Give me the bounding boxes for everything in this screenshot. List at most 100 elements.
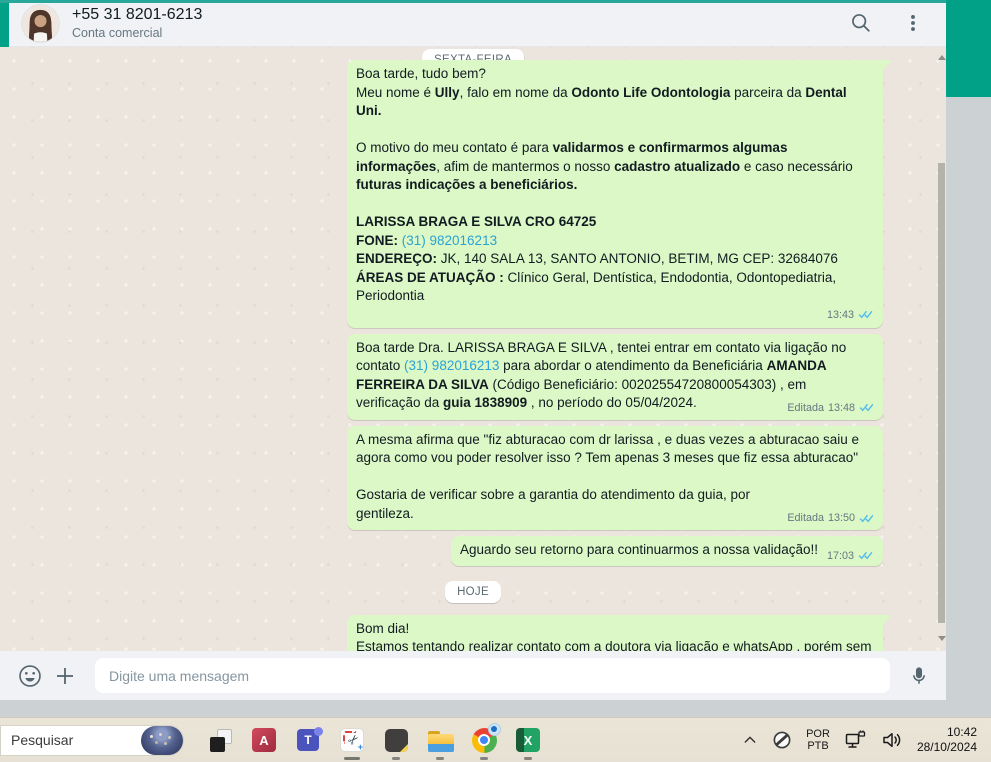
message-line: O motivo do meu contato é para validarmo… [356,139,874,195]
emoji-button[interactable] [17,663,43,689]
taskbar-snipping-tool-button[interactable]: ✂ + [330,721,374,760]
voice-message-button[interactable] [908,664,930,688]
message-bubble[interactable]: Boa tarde, tudo bem? Meu nome é Ully, fa… [347,60,892,328]
menu-button[interactable] [902,12,924,34]
message-text-bold: ÁREAS DE ATUAÇÃO : [356,269,508,285]
taskbar-excel-button[interactable]: X [506,721,550,760]
chat-scrollbar[interactable] [937,47,946,651]
whatsapp-window: +55 31 8201-6213 Conta comercial SEXTA-F… [0,0,946,700]
message-bubble[interactable]: Boa tarde Dra. LARISSA BRAGA E SILVA , t… [347,333,883,420]
message-text: para abordar o atendimento da Beneficiár… [499,358,767,373]
message-text-bold: Odonto Life Odontologia [571,84,731,100]
message-text: Bom dia! [356,620,410,636]
contact-avatar[interactable] [22,4,59,42]
tray-network-button[interactable] [843,728,867,752]
message-text-bold: futuras indicações a beneficiários. [356,177,578,192]
message-time: 13:48 [827,401,855,414]
contact-info[interactable]: +55 31 8201-6213 Conta comercial [72,5,202,41]
header-actions [850,12,946,34]
tray-status-button[interactable] [771,729,793,751]
taskbar-file-explorer-button[interactable] [418,721,462,760]
double-check-read-icon [859,403,874,412]
message-text: A mesma afirma que "fiz abturacao com dr… [356,431,860,466]
tray-clock[interactable]: 10:42 28/10/2024 [917,725,977,755]
taskbar-search-box[interactable]: Pesquisar [0,724,184,756]
window-top-accent [0,0,946,3]
tray-show-hidden-icons-button[interactable] [742,732,758,748]
message-text-bold: guia 1838909 [443,395,528,410]
snipping-tool-icon: ✂ + [340,728,365,753]
language-code: POR [806,727,830,740]
message-time: 17:03 [826,549,854,562]
plus-attach-icon [57,667,73,684]
message-meta: Editada 13:50 [787,511,875,525]
message-line: ÁREAS DE ATUAÇÃO : Clínico Geral, Dentís… [356,269,874,306]
message-text-bold: Ully [434,84,460,100]
double-check-read-icon [858,310,873,319]
chevron-up-icon [744,736,756,743]
message-text-bold: cadastro atualizado [614,158,741,174]
dentist-name-text: LARISSA BRAGA E SILVA CRO 64725 [356,214,597,229]
crossed-circle-icon [773,731,791,749]
taskbar-apps: A T ✂ + X [198,721,550,760]
edited-label: Editada [787,512,824,524]
edited-label: Editada [787,401,824,414]
scrollbar-thumb[interactable] [938,163,945,623]
taskbar-task-view-button[interactable] [198,721,242,760]
message-time: 13:50 [827,512,855,524]
message-text: , afim de mantermos o nosso [436,158,615,174]
message-meta: 13:43 [356,308,874,322]
avatar-image [22,4,59,42]
system-tray: POR PTB 10:42 28/10/2024 [742,725,985,755]
tray-language-indicator[interactable]: POR PTB [806,728,830,753]
taskbar-sticky-notes-button[interactable] [374,721,418,760]
message-meta: Editada 13:48 [787,401,875,415]
clock-date: 28/10/2024 [916,740,977,754]
taskbar-teams-button[interactable]: T [286,721,330,760]
microphone-icon [913,666,925,684]
taskbar-chrome-button[interactable] [462,721,506,760]
double-check-read-icon [858,551,873,560]
ms-access-icon: A [252,728,277,753]
running-indicator [436,756,444,760]
phone-link[interactable]: (31) 982016213 [402,233,497,248]
chat-message-area: SEXTA-FEIRA Boa tarde, tudo bem? Meu nom… [0,47,946,651]
ms-excel-icon: X [516,728,541,753]
message-bubble[interactable]: A mesma afirma que "fiz abturacao com dr… [347,425,883,530]
contact-phone-number: +55 31 8201-6213 [72,6,203,23]
message-bubble[interactable]: Aguardo seu retorno para continuarmos a … [451,536,883,566]
phone-link[interactable]: (31) 982016213 [404,358,499,373]
search-label: Pesquisar [11,732,74,748]
chat-header: +55 31 8201-6213 Conta comercial [0,0,946,47]
scrollbar-down-arrow-icon[interactable] [938,636,946,641]
message-text-bold: FONE: [356,232,402,248]
message-bubble[interactable]: Bom dia! Estamos tentando realizar conta… [347,614,892,651]
message-line: ENDEREÇO: JK, 140 SALA 13, SANTO ANTONIO… [356,250,874,269]
search-button[interactable] [850,12,872,34]
scrollbar-up-arrow-icon[interactable] [938,55,946,60]
attach-button[interactable] [53,664,77,688]
message-line: Estamos tentando realizar contato com a … [356,638,874,651]
running-indicator [524,756,532,760]
keyboard-layout-code: PTB [807,740,829,752]
ms-teams-icon: T [296,727,323,753]
message-text: Aguardo seu retorno para continuarmos a … [460,542,818,557]
clock-time: 10:42 [946,725,977,739]
message-input[interactable] [95,658,890,693]
search-highlight-image[interactable] [141,725,183,755]
message-text: O motivo do meu contato é para [356,140,553,155]
message-time: 13:43 [826,308,854,321]
date-separator-today: HOJE [445,580,501,603]
taskbar-access-button[interactable]: A [242,721,286,760]
message-line: FONE: (31) 982016213 [356,232,874,251]
message-text: , falo em nome da [459,84,572,100]
tray-volume-button[interactable] [880,728,904,752]
contact-subtitle: Conta comercial [72,26,163,40]
background-window-edge [946,0,991,97]
message-line: Boa tarde, tudo bem? [356,65,874,84]
message-text-bold: ENDEREÇO: [356,251,441,266]
running-indicator [480,756,488,760]
search-icon [852,14,870,32]
task-view-icon [208,728,233,753]
